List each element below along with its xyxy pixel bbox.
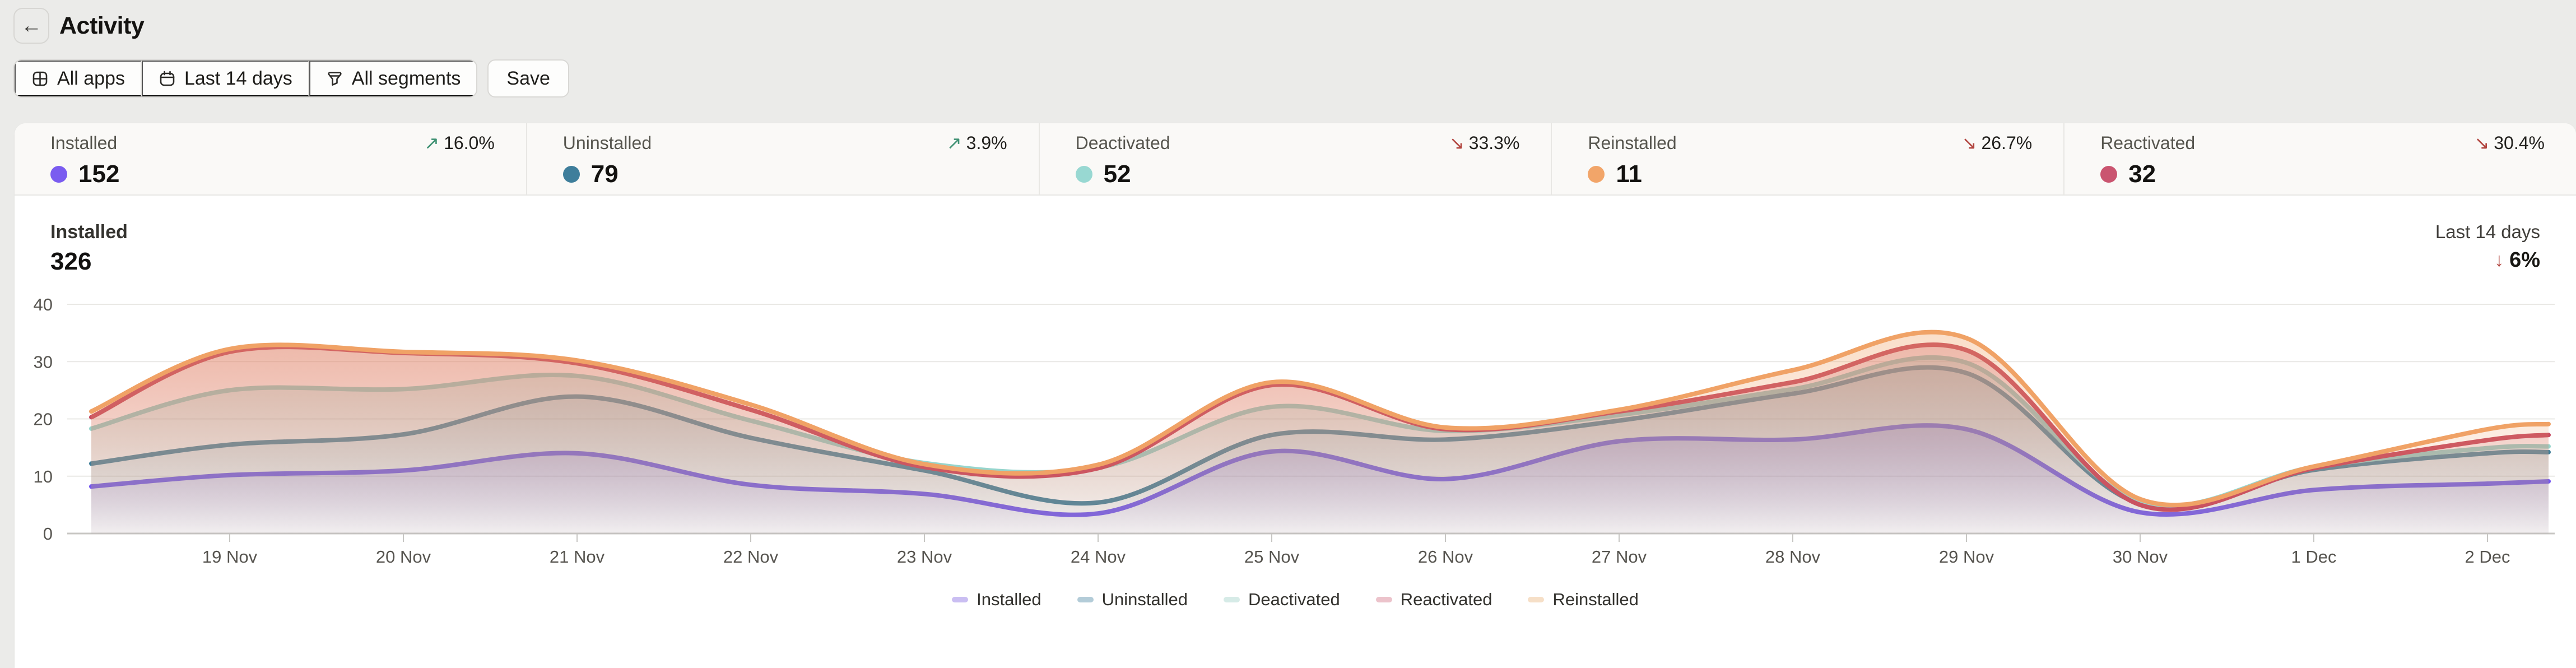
x-axis-label: 25 Nov bbox=[1244, 547, 1300, 567]
metric-dot-installed bbox=[50, 166, 67, 183]
trend-up-icon: ↗ bbox=[424, 132, 439, 154]
chart-range-delta: ↓ 6% bbox=[2435, 248, 2540, 272]
metric-value: 52 bbox=[1104, 160, 1131, 188]
filter-all-apps-button[interactable]: All apps bbox=[15, 61, 142, 96]
x-axis-label: 29 Nov bbox=[1939, 547, 1994, 567]
page-title: Activity bbox=[59, 8, 144, 44]
legend-label: Installed bbox=[977, 590, 1041, 610]
y-axis-label: 30 bbox=[34, 352, 53, 372]
filter-label: All apps bbox=[57, 68, 125, 90]
metric-label: Uninstalled bbox=[563, 132, 1007, 154]
calendar-icon bbox=[159, 70, 176, 87]
legend-label: Reactivated bbox=[1401, 590, 1492, 610]
x-axis-label: 24 Nov bbox=[1071, 547, 1126, 567]
trend-up-icon: ↗ bbox=[947, 132, 962, 154]
chart-range-label: Last 14 days bbox=[2435, 221, 2540, 243]
legend-label: Uninstalled bbox=[1102, 590, 1188, 610]
filter-group: All apps Last 14 days All segments bbox=[13, 59, 477, 98]
legend-item-uninstalled[interactable]: Uninstalled bbox=[1077, 590, 1188, 610]
x-axis-label: 1 Dec bbox=[2291, 547, 2337, 567]
metric-delta: ↗ 3.9% bbox=[947, 132, 1007, 154]
y-axis-label: 0 bbox=[43, 524, 53, 544]
metric-delta: ↗ 16.0% bbox=[424, 132, 495, 154]
back-button[interactable]: ← bbox=[13, 8, 49, 44]
legend-item-reactivated[interactable]: Reactivated bbox=[1376, 590, 1492, 610]
metric-delta-value: 16.0% bbox=[444, 132, 495, 154]
legend-label: Reinstalled bbox=[1552, 590, 1638, 610]
chart-header: Installed 326 bbox=[50, 221, 128, 276]
chart-range-block: Last 14 days ↓ 6% bbox=[2435, 221, 2540, 272]
metric-delta-value: 3.9% bbox=[966, 132, 1007, 154]
metric-value: 79 bbox=[591, 160, 619, 188]
chart-title: Installed bbox=[50, 221, 128, 243]
metric-delta: ↘ 33.3% bbox=[1449, 132, 1520, 154]
chart-legend: Installed Uninstalled Deactivated Reactivat… bbox=[15, 590, 2576, 610]
apps-grid-icon bbox=[31, 70, 49, 87]
trend-down-icon: ↘ bbox=[1449, 132, 1464, 154]
trend-down-icon: ↘ bbox=[1962, 132, 1977, 154]
filter-label: All segments bbox=[352, 68, 461, 90]
x-axis-label: 30 Nov bbox=[2113, 547, 2168, 567]
y-axis-label: 10 bbox=[34, 467, 53, 486]
metric-delta-value: 33.3% bbox=[1469, 132, 1520, 154]
metric-card-reinstalled[interactable]: Reinstalled 11 ↘ 26.7% bbox=[1552, 123, 2064, 194]
metric-dot-deactivated bbox=[1076, 166, 1092, 183]
legend-item-installed[interactable]: Installed bbox=[952, 590, 1041, 610]
x-axis-label: 21 Nov bbox=[550, 547, 605, 567]
activity-area-chart: 0 10 20 30 40 19 Nov 20 Nov 21 Nov 22 Nov 23 Nov 2… bbox=[15, 280, 2576, 594]
metric-dot-reinstalled bbox=[1588, 166, 1605, 183]
chart-range-delta-value: 6% bbox=[2509, 248, 2540, 272]
segments-funnel-icon bbox=[326, 70, 343, 87]
metric-card-reactivated[interactable]: Reactivated 32 ↘ 30.4% bbox=[2064, 123, 2576, 194]
metric-value: 32 bbox=[2128, 160, 2156, 188]
filter-date-range-button[interactable]: Last 14 days bbox=[142, 61, 309, 96]
x-axis-label: 26 Nov bbox=[1418, 547, 1473, 567]
activity-panel: Installed 152 ↗ 16.0% Uninstalled 79 ↗ 3… bbox=[15, 123, 2576, 668]
trend-down-icon: ↓ bbox=[2494, 249, 2504, 271]
metric-delta-value: 30.4% bbox=[2494, 132, 2545, 154]
metric-delta-value: 26.7% bbox=[1981, 132, 2032, 154]
legend-swatch-deactivated bbox=[1224, 597, 1240, 602]
filter-all-segments-button[interactable]: All segments bbox=[309, 61, 477, 96]
legend-label: Deactivated bbox=[1248, 590, 1340, 610]
metrics-row: Installed 152 ↗ 16.0% Uninstalled 79 ↗ 3… bbox=[15, 123, 2576, 196]
save-label: Save bbox=[506, 68, 550, 90]
x-axis-label: 20 Nov bbox=[376, 547, 431, 567]
legend-swatch-reinstalled bbox=[1528, 597, 1544, 602]
toolbar: All apps Last 14 days All segments Save bbox=[13, 59, 569, 98]
x-axis-label: 19 Nov bbox=[202, 547, 258, 567]
filter-label: Last 14 days bbox=[184, 68, 292, 90]
metric-value: 11 bbox=[1616, 160, 1642, 188]
metric-card-uninstalled[interactable]: Uninstalled 79 ↗ 3.9% bbox=[527, 123, 1040, 194]
legend-item-reinstalled[interactable]: Reinstalled bbox=[1528, 590, 1638, 610]
legend-swatch-installed bbox=[952, 597, 968, 602]
x-axis-label: 28 Nov bbox=[1765, 547, 1821, 567]
back-arrow-icon: ← bbox=[21, 14, 42, 38]
metric-card-deactivated[interactable]: Deactivated 52 ↘ 33.3% bbox=[1040, 123, 1552, 194]
metric-delta: ↘ 30.4% bbox=[2474, 132, 2545, 154]
chart-total: 326 bbox=[50, 248, 128, 276]
x-axis-label: 23 Nov bbox=[897, 547, 952, 567]
legend-item-deactivated[interactable]: Deactivated bbox=[1224, 590, 1340, 610]
save-button[interactable]: Save bbox=[487, 59, 569, 98]
x-axis-label: 27 Nov bbox=[1592, 547, 1647, 567]
trend-down-icon: ↘ bbox=[2474, 132, 2489, 154]
legend-swatch-uninstalled bbox=[1077, 597, 1094, 602]
metric-delta: ↘ 26.7% bbox=[1962, 132, 2033, 154]
y-axis-label: 20 bbox=[34, 410, 53, 429]
metric-dot-uninstalled bbox=[563, 166, 580, 183]
x-axis-label: 2 Dec bbox=[2465, 547, 2510, 567]
metric-card-installed[interactable]: Installed 152 ↗ 16.0% bbox=[15, 123, 527, 194]
legend-swatch-reactivated bbox=[1376, 597, 1392, 602]
y-axis-label: 40 bbox=[34, 295, 53, 314]
metric-dot-reactivated bbox=[2100, 166, 2117, 183]
metric-value: 152 bbox=[78, 160, 119, 188]
x-axis-label: 22 Nov bbox=[723, 547, 779, 567]
